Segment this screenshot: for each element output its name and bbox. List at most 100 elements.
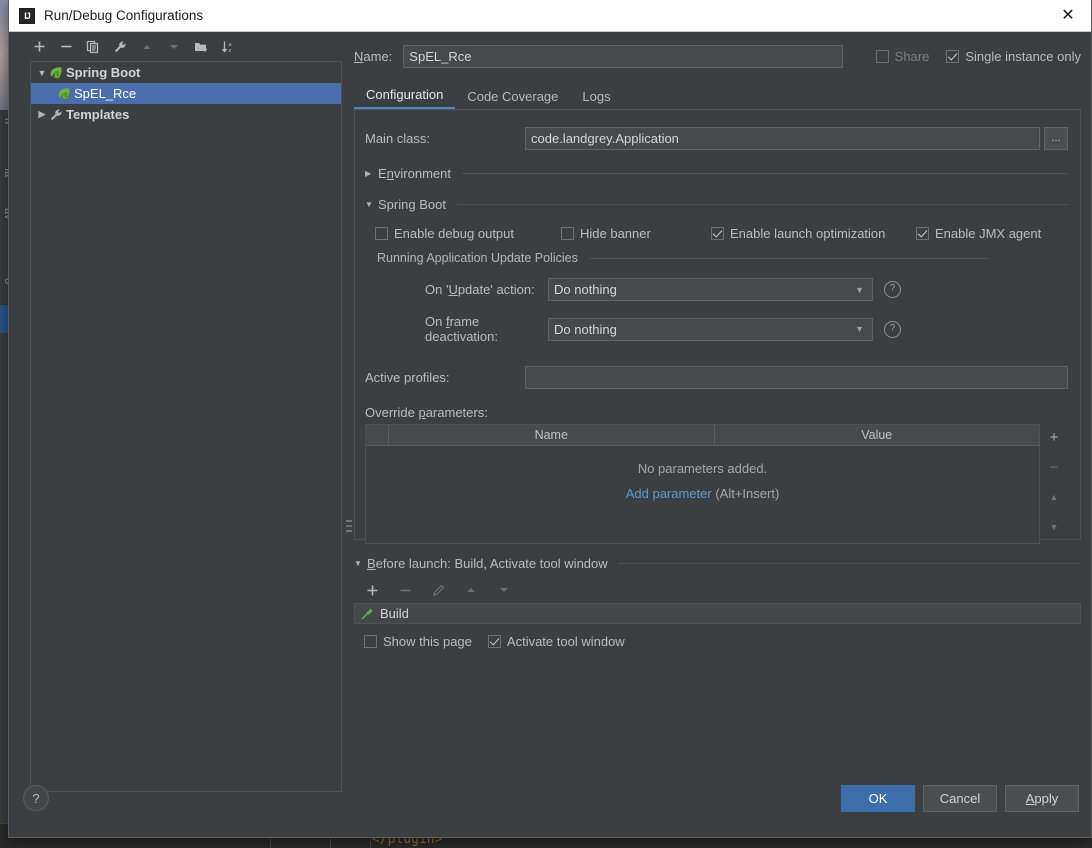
ok-button[interactable]: OK bbox=[841, 785, 915, 812]
checkbox-label: Enable JMX agent bbox=[935, 226, 1042, 241]
before-launch-header[interactable]: ▼ Before launch: Build, Activate tool wi… bbox=[354, 556, 1081, 571]
page-title: Run/Debug Configurations bbox=[44, 8, 204, 23]
add-parameter-link[interactable]: Add parameter bbox=[626, 486, 712, 501]
add-parameter-button[interactable]: + bbox=[1045, 429, 1063, 446]
checkbox-label: Show this page bbox=[383, 634, 472, 649]
empty-table-message: No parameters added. Add parameter (Alt+… bbox=[366, 461, 1039, 501]
column-header-value[interactable]: Value bbox=[715, 425, 1040, 445]
dialog-footer: ? OK Cancel Apply bbox=[9, 777, 1091, 839]
on-frame-deactivation-help-icon[interactable]: ? bbox=[884, 320, 901, 338]
configuration-tab-panel: Main class: ... ▶ Environment ▼ Spring B… bbox=[346, 110, 1081, 544]
tree-node-spring-boot[interactable]: ▼ Spring Boot bbox=[31, 62, 341, 83]
dialog-titlebar: IJ Run/Debug Configurations ✕ bbox=[9, 0, 1091, 32]
tree-node-templates[interactable]: ▶ Templates bbox=[31, 104, 341, 125]
chevron-down-icon[interactable]: ▼ bbox=[35, 68, 49, 78]
help-button[interactable]: ? bbox=[23, 785, 49, 811]
tree-node-label: SpEL_Rce bbox=[74, 86, 137, 101]
folder-add-icon[interactable] bbox=[193, 39, 209, 55]
selected-value: Do nothing bbox=[554, 282, 617, 297]
main-class-label: Main class: bbox=[365, 130, 431, 146]
editor-tabs: Configuration Code Coverage Logs bbox=[354, 83, 1081, 110]
environment-section-label: Environment bbox=[378, 166, 451, 181]
share-checkbox[interactable]: Share bbox=[875, 49, 929, 64]
column-header-name[interactable]: Name bbox=[389, 425, 715, 445]
chevron-right-icon[interactable]: ▶ bbox=[35, 109, 49, 120]
on-update-action-select[interactable]: Do nothing ▼ bbox=[548, 278, 873, 301]
tab-code-coverage[interactable]: Code Coverage bbox=[455, 89, 570, 109]
close-icon[interactable]: ✕ bbox=[1045, 0, 1091, 30]
top-checkbox-group: Share Single instance only bbox=[875, 49, 1081, 64]
cancel-button[interactable]: Cancel bbox=[923, 785, 997, 812]
override-parameters-table[interactable]: Name Value No parameters added. Add para… bbox=[365, 424, 1040, 544]
chevron-down-icon: ▼ bbox=[855, 284, 864, 295]
show-this-page-checkbox[interactable]: Show this page bbox=[364, 634, 472, 649]
enable-debug-output-checkbox[interactable]: Enable debug output bbox=[375, 226, 561, 241]
move-parameter-down-button[interactable]: ▼ bbox=[1045, 519, 1063, 535]
spring-boot-leaf-icon bbox=[49, 66, 66, 80]
edit-task-pencil-icon[interactable] bbox=[430, 582, 446, 598]
checkbox-box bbox=[711, 227, 724, 240]
checkbox-box bbox=[364, 635, 377, 648]
no-parameters-text: No parameters added. bbox=[637, 461, 768, 476]
configurations-tree[interactable]: ▼ Spring Boot SpEL_Rce ▶ Templates bbox=[30, 61, 342, 792]
spring-boot-section-header[interactable]: ▼ Spring Boot bbox=[365, 197, 1068, 212]
apply-button[interactable]: Apply bbox=[1005, 785, 1079, 812]
update-policies-subsection: Running Application Update Policies bbox=[377, 251, 1068, 265]
move-task-up-button[interactable] bbox=[463, 582, 479, 598]
task-label: Build bbox=[380, 606, 409, 621]
active-profiles-input[interactable] bbox=[525, 366, 1068, 389]
remove-parameter-button[interactable]: − bbox=[1045, 459, 1063, 476]
add-configuration-button[interactable] bbox=[31, 39, 47, 55]
main-class-row: Main class: ... bbox=[365, 126, 1068, 150]
background-active-tab-marker bbox=[0, 305, 8, 333]
move-task-down-button[interactable] bbox=[496, 582, 512, 598]
move-down-button[interactable] bbox=[166, 39, 182, 55]
sort-az-icon[interactable]: a z bbox=[220, 39, 236, 55]
configuration-editor-pane: Name: Share Single instance only Configu… bbox=[346, 32, 1081, 792]
section-rule bbox=[618, 563, 1081, 564]
before-launch-task-list[interactable]: Build bbox=[354, 603, 1081, 624]
activate-tool-window-checkbox[interactable]: Activate tool window bbox=[487, 634, 625, 649]
tree-node-label: Templates bbox=[66, 107, 130, 122]
configurations-tree-pane: a z ▼ Spring Boot SpEL_Rce ▶ Templates bbox=[9, 32, 342, 792]
tree-toolbar: a z bbox=[9, 32, 342, 61]
hide-banner-checkbox[interactable]: Hide banner bbox=[561, 226, 711, 241]
section-rule bbox=[461, 173, 1068, 174]
name-label: Name: bbox=[354, 48, 393, 64]
copy-configuration-button[interactable] bbox=[85, 39, 101, 55]
on-update-action-help-icon[interactable]: ? bbox=[884, 281, 901, 298]
tab-configuration[interactable]: Configuration bbox=[354, 87, 456, 109]
chevron-down-icon: ▼ bbox=[365, 200, 373, 209]
name-input[interactable] bbox=[403, 44, 844, 68]
environment-section-header[interactable]: ▶ Environment bbox=[365, 166, 1068, 181]
tree-node-spel-rce[interactable]: SpEL_Rce bbox=[31, 83, 341, 104]
table-header-row: Name Value bbox=[366, 425, 1039, 446]
spring-boot-section-label: Spring Boot bbox=[378, 197, 446, 212]
enable-launch-optimization-checkbox[interactable]: Enable launch optimization bbox=[711, 226, 916, 241]
run-debug-configurations-dialog: IJ Run/Debug Configurations ✕ a z ▼ Spri… bbox=[8, 0, 1092, 838]
override-parameters-label: Override parameters: bbox=[365, 405, 488, 420]
main-class-browse-button[interactable]: ... bbox=[1044, 126, 1068, 150]
checkbox-label: Enable launch optimization bbox=[730, 226, 886, 241]
remove-configuration-button[interactable] bbox=[58, 39, 74, 55]
checkbox-label: Hide banner bbox=[580, 226, 651, 241]
single-instance-only-checkbox[interactable]: Single instance only bbox=[946, 49, 1081, 64]
add-task-button[interactable] bbox=[364, 582, 380, 598]
enable-jmx-agent-checkbox[interactable]: Enable JMX agent bbox=[916, 226, 1041, 241]
before-launch-label: Before launch: Build, Activate tool wind… bbox=[367, 556, 608, 571]
spring-boot-leaf-icon bbox=[57, 87, 74, 101]
svg-text:z: z bbox=[228, 48, 231, 54]
on-frame-deactivation-row: On frame deactivation: Do nothing ▼ ? bbox=[365, 314, 1068, 344]
move-parameter-up-button[interactable]: ▲ bbox=[1045, 489, 1063, 505]
chevron-right-icon: ▶ bbox=[365, 169, 372, 178]
move-up-button[interactable] bbox=[139, 39, 155, 55]
main-class-input[interactable] bbox=[525, 126, 1040, 150]
on-frame-deactivation-select[interactable]: Do nothing ▼ bbox=[548, 317, 873, 341]
remove-task-button[interactable] bbox=[397, 582, 413, 598]
checkbox-label: Activate tool window bbox=[506, 634, 625, 649]
wrench-icon bbox=[49, 108, 66, 122]
panel-resize-handle[interactable] bbox=[346, 520, 352, 532]
tab-logs[interactable]: Logs bbox=[570, 89, 622, 109]
edit-templates-wrench-icon[interactable] bbox=[112, 39, 128, 55]
checkbox-box bbox=[375, 227, 388, 240]
